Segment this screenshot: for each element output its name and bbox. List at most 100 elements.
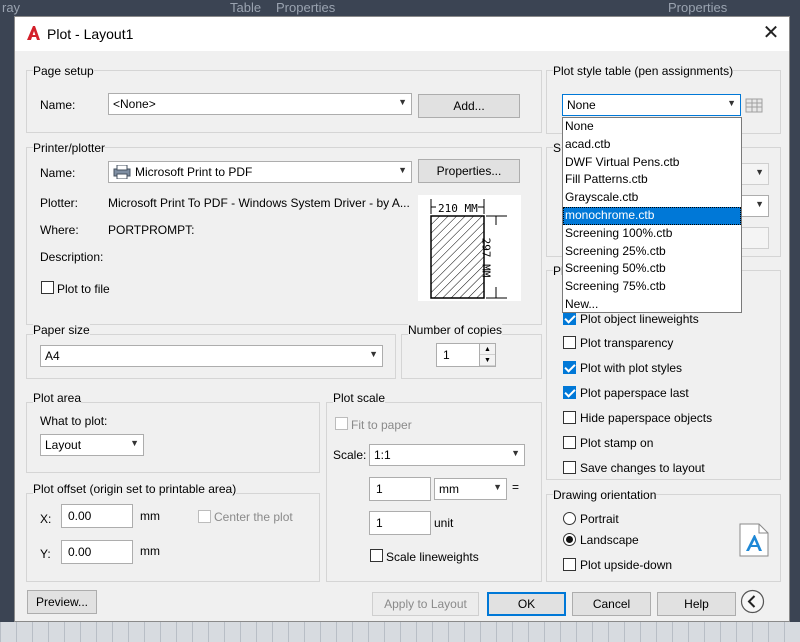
background-drawing-grid bbox=[0, 622, 800, 642]
dropdown-option[interactable]: Screening 50%.ctb bbox=[563, 260, 741, 278]
dpi-input[interactable] bbox=[741, 227, 769, 249]
dropdown-option[interactable]: Screening 25%.ctb bbox=[563, 243, 741, 261]
fit-to-paper-checkbox[interactable] bbox=[335, 417, 348, 430]
title-bar: Plot - Layout1 ✕ bbox=[15, 17, 789, 51]
x-offset-label: X: bbox=[40, 512, 52, 526]
plot-style-dropdown-list: None acad.ctb DWF Virtual Pens.ctb Fill … bbox=[562, 117, 742, 313]
plot-style-select[interactable]: None ▼ bbox=[562, 94, 741, 116]
plot-styles-label: Plot with plot styles bbox=[580, 361, 683, 375]
plot-dialog: Plot - Layout1 ✕ Page setup Name: <None>… bbox=[14, 16, 790, 622]
dropdown-option[interactable]: Fill Patterns.ctb bbox=[563, 171, 741, 189]
dropdown-option[interactable]: acad.ctb bbox=[563, 136, 741, 154]
scale-unit2-label: unit bbox=[434, 516, 454, 530]
plot-style-label: Plot style table (pen assignments) bbox=[553, 64, 734, 78]
chevron-down-icon: ▼ bbox=[727, 98, 736, 108]
page-setup-name-label: Name: bbox=[40, 98, 76, 112]
dialog-title: Plot - Layout1 bbox=[47, 26, 134, 42]
plot-stamp-label: Plot stamp on bbox=[580, 436, 654, 450]
page-setup-name-value: <None> bbox=[113, 97, 156, 111]
properties-button[interactable]: Properties... bbox=[418, 159, 520, 183]
scale-value: 1:1 bbox=[374, 448, 391, 462]
plot-transparency-label: Plot transparency bbox=[580, 336, 674, 350]
scale-unit-select[interactable]: mm ▼ bbox=[434, 478, 507, 500]
printer-icon bbox=[113, 164, 131, 180]
printer-label: Printer/plotter bbox=[33, 141, 106, 155]
plot-to-file-label: Plot to file bbox=[57, 282, 110, 296]
chevron-down-icon: ▼ bbox=[755, 167, 764, 177]
paper-height-label: 297 MM bbox=[479, 237, 493, 278]
portrait-radio[interactable] bbox=[563, 512, 576, 525]
plot-transparency-checkbox[interactable] bbox=[563, 336, 576, 349]
plotter-value: Microsoft Print To PDF - Windows System … bbox=[108, 196, 410, 210]
background-item: Properties bbox=[276, 0, 336, 15]
copies-input[interactable]: 1 ▲ ▼ bbox=[436, 343, 496, 367]
orientation-label: Drawing orientation bbox=[553, 488, 657, 502]
y-offset-input[interactable]: 0.00 bbox=[61, 540, 133, 564]
plot-to-file-checkbox[interactable] bbox=[41, 281, 54, 294]
cancel-button[interactable]: Cancel bbox=[572, 592, 651, 616]
copies-label: Number of copies bbox=[408, 323, 503, 337]
edit-table-icon[interactable] bbox=[745, 97, 765, 115]
dropdown-option-selected[interactable]: monochrome.ctb bbox=[563, 206, 741, 225]
dropdown-option[interactable]: None bbox=[563, 118, 741, 136]
save-changes-checkbox[interactable] bbox=[563, 461, 576, 474]
scale-value2-input[interactable]: 1 bbox=[369, 511, 431, 535]
background-item: Properties bbox=[668, 0, 728, 15]
plot-offset-label: Plot offset (origin set to printable are… bbox=[33, 482, 237, 496]
collapse-options-icon[interactable] bbox=[740, 589, 765, 614]
fit-to-paper-label: Fit to paper bbox=[351, 418, 412, 432]
description-label: Description: bbox=[40, 250, 104, 264]
chevron-down-icon: ▼ bbox=[369, 349, 378, 359]
plot-lineweights-checkbox[interactable] bbox=[563, 312, 576, 325]
shaded-viewport-label: S bbox=[553, 141, 562, 155]
page-setup-name-select[interactable]: <None> ▼ bbox=[108, 93, 412, 115]
dropdown-option[interactable]: Grayscale.ctb bbox=[563, 189, 741, 207]
chevron-down-icon: ▼ bbox=[130, 438, 139, 448]
help-button[interactable]: Help bbox=[657, 592, 736, 616]
chevron-down-icon: ▼ bbox=[493, 482, 502, 492]
plot-area-label: Plot area bbox=[33, 391, 82, 405]
paper-size-select[interactable]: A4 ▼ bbox=[40, 345, 383, 367]
apply-to-layout-button[interactable]: Apply to Layout bbox=[372, 592, 479, 616]
page-setup-label: Page setup bbox=[33, 64, 94, 78]
center-plot-checkbox[interactable] bbox=[198, 510, 211, 523]
scale-lineweights-checkbox[interactable] bbox=[370, 549, 383, 562]
copies-value: 1 bbox=[443, 348, 450, 362]
what-to-plot-select[interactable]: Layout ▼ bbox=[40, 434, 144, 456]
upside-down-checkbox[interactable] bbox=[563, 558, 576, 571]
chevron-down-icon: ▼ bbox=[398, 165, 407, 175]
spin-down-icon[interactable]: ▼ bbox=[480, 355, 495, 366]
where-label: Where: bbox=[40, 223, 79, 237]
hide-paperspace-label: Hide paperspace objects bbox=[580, 411, 713, 425]
paperspace-last-checkbox[interactable] bbox=[563, 386, 576, 399]
paper-preview: 210 MM 297 MM bbox=[418, 195, 521, 301]
plot-stamp-checkbox[interactable] bbox=[563, 436, 576, 449]
paper-width-label: 210 MM bbox=[438, 202, 478, 215]
add-button[interactable]: Add... bbox=[418, 94, 520, 118]
quality-select[interactable]: ▼ bbox=[741, 195, 769, 217]
x-offset-input[interactable]: 0.00 bbox=[61, 504, 133, 528]
printer-name-select[interactable]: Microsoft Print to PDF ▼ bbox=[108, 161, 412, 183]
printer-name-label: Name: bbox=[40, 166, 76, 180]
spin-up-icon[interactable]: ▲ bbox=[480, 344, 495, 355]
scale-select[interactable]: 1:1 ▼ bbox=[369, 444, 525, 466]
scale-value1-input[interactable]: 1 bbox=[369, 477, 431, 501]
plot-styles-checkbox[interactable] bbox=[563, 361, 576, 374]
y-offset-label: Y: bbox=[40, 547, 51, 561]
landscape-radio[interactable] bbox=[563, 533, 576, 546]
ok-button[interactable]: OK bbox=[487, 592, 566, 616]
paper-size-value: A4 bbox=[45, 349, 60, 363]
equals-sign: = bbox=[512, 480, 520, 494]
dropdown-option[interactable]: Screening 100%.ctb bbox=[563, 225, 741, 243]
copies-spinner[interactable]: ▲ ▼ bbox=[479, 344, 495, 366]
dropdown-option[interactable]: DWF Virtual Pens.ctb bbox=[563, 154, 741, 172]
preview-button[interactable]: Preview... bbox=[27, 590, 97, 614]
printer-name-value: Microsoft Print to PDF bbox=[135, 165, 253, 179]
save-changes-label: Save changes to layout bbox=[580, 461, 705, 475]
hide-paperspace-checkbox[interactable] bbox=[563, 411, 576, 424]
center-plot-label: Center the plot bbox=[214, 510, 293, 524]
dropdown-option[interactable]: New... bbox=[563, 296, 741, 314]
shade-plot-select[interactable]: ▼ bbox=[741, 163, 769, 185]
close-icon[interactable]: ✕ bbox=[761, 23, 781, 43]
dropdown-option[interactable]: Screening 75%.ctb bbox=[563, 278, 741, 296]
